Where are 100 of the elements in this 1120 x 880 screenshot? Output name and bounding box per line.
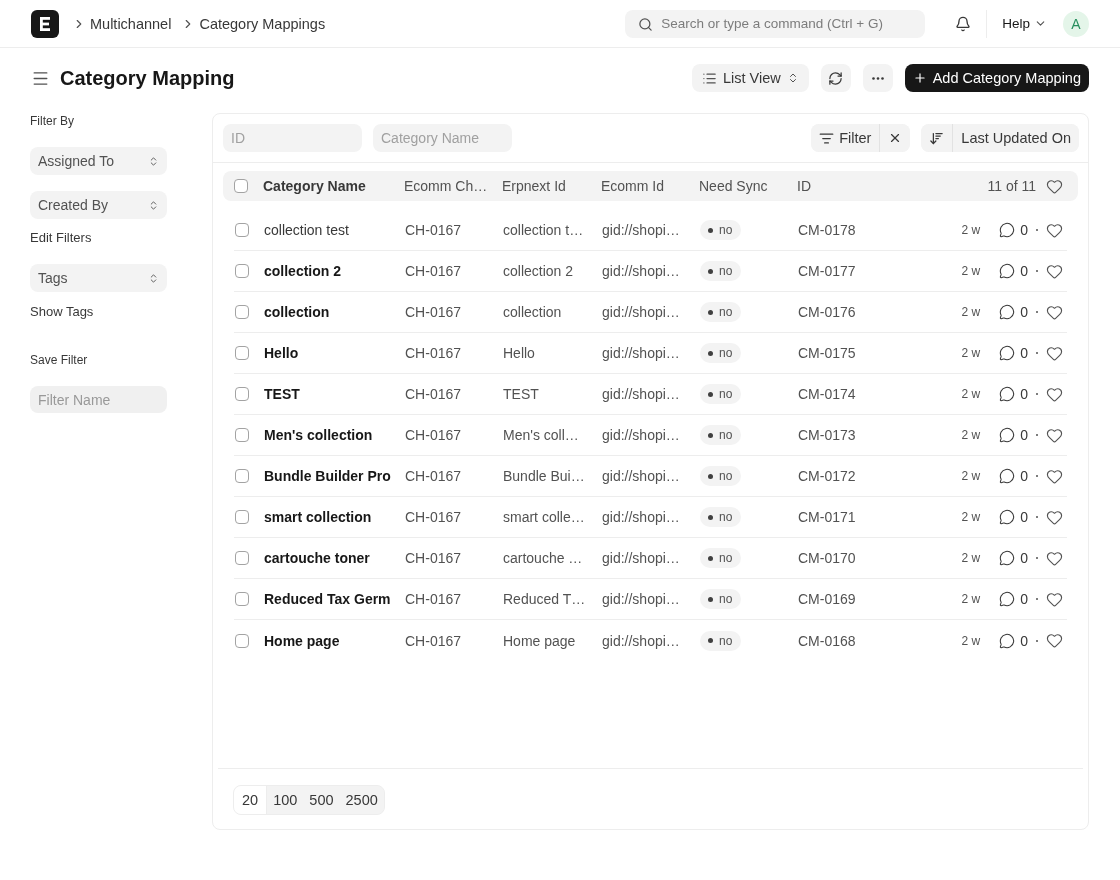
status-label: no [719,264,733,278]
row-checkbox[interactable] [235,469,249,483]
record-title-link[interactable]: collection 2 [264,263,342,279]
status-label: no [719,387,733,401]
status-label: no [719,346,733,360]
record-title-link[interactable]: TEST [264,386,300,402]
row-checkbox[interactable] [235,223,249,237]
heart-icon [1046,303,1063,321]
table-cell: CH-0167 [405,427,462,443]
table-cell: collection 2 [503,263,574,279]
row-checkbox[interactable] [235,428,249,442]
table-cell: CH-0167 [405,263,462,279]
status-label: no [719,551,733,565]
status-label: no [719,633,733,648]
row-checkbox[interactable] [235,305,249,319]
row-checkbox[interactable] [235,264,249,278]
record-count: 11 of 11 [987,178,1036,194]
record-title-link[interactable]: Men's collection [264,427,373,443]
like-button[interactable] [1046,303,1063,321]
like-button[interactable] [1046,632,1063,649]
record-title-link[interactable]: smart collection [264,509,372,525]
liked-filter-button[interactable] [1046,177,1063,195]
comment-icon [999,509,1016,525]
filter-field[interactable]: ID [223,124,362,152]
status-dot-icon [708,391,713,397]
search-field[interactable]: Search or type a command (Ctrl + G) [625,9,926,38]
table-cell: CM-0171 [798,509,856,525]
show-tags-link[interactable]: Show Tags [30,304,94,320]
app-logo-icon[interactable] [31,9,59,38]
record-title-link[interactable]: cartouche toner [264,550,370,566]
row-checkbox[interactable] [235,551,249,565]
table-cell: gid://shopi… [602,222,680,238]
select-all-checkbox[interactable] [234,179,248,193]
row-checkbox[interactable] [235,346,249,360]
status-dot-icon [708,596,713,602]
like-button[interactable] [1046,508,1063,526]
add-record-button[interactable]: Add Category Mapping [904,64,1089,92]
row-checkbox[interactable] [235,510,249,524]
table-cell: gid://shopi… [602,509,680,525]
comment-icon [999,632,1016,649]
help-menu-button[interactable]: Help [1002,16,1047,31]
notifications-button[interactable] [955,15,972,32]
table-cell: Home page [503,632,576,649]
comment-icon [999,550,1016,566]
search-icon [638,16,654,32]
comment-icon [999,591,1016,607]
record-title-link[interactable]: Bundle Builder Pro [264,468,391,484]
comment-count: 0 [1020,468,1028,484]
filter-name-field[interactable]: Filter Name [30,386,167,413]
like-button[interactable] [1046,221,1063,239]
user-avatar[interactable]: A [1063,10,1089,37]
breadcrumb-link[interactable]: Multichannel [90,15,172,32]
filter-icon [819,130,835,146]
status-dot-icon [708,227,713,233]
tags-select[interactable]: Tags [30,264,167,292]
comment-count: 0 [1020,550,1028,566]
record-title-link[interactable]: Home page [264,632,340,649]
page-size-button[interactable]: 20 [234,786,268,814]
row-checkbox[interactable] [235,633,249,648]
status-dot-icon [708,309,713,315]
comment-icon [999,222,1016,238]
row-checkbox[interactable] [235,592,249,606]
edit-filters-link[interactable]: Edit Filters [30,230,92,246]
record-title-link[interactable]: Reduced Tax Germ [264,591,391,607]
heart-icon [1046,549,1063,567]
column-header: ID [797,178,811,194]
row-checkbox[interactable] [235,387,249,401]
like-button[interactable] [1046,467,1063,485]
modified-time: 2 w [961,469,981,483]
table-cell: CH-0167 [405,509,462,525]
modified-time: 2 w [961,551,981,565]
modified-time: 2 w [961,305,981,319]
like-button[interactable] [1046,426,1063,444]
like-button[interactable] [1046,549,1063,567]
like-button[interactable] [1046,344,1063,362]
column-header: Ecomm Id [601,178,664,194]
record-title-link[interactable]: collection test [264,222,349,238]
view-switcher-button[interactable]: List View [691,64,809,92]
status-label: no [719,592,733,606]
filter-field[interactable]: Category Name [373,124,512,152]
table-cell: CH-0167 [405,304,462,320]
record-title-link[interactable]: collection [264,304,330,320]
table-cell: CH-0167 [405,632,462,649]
like-button[interactable] [1046,590,1063,608]
status-dot-icon [708,555,713,561]
group-by-select[interactable]: Created By [30,191,167,219]
status-dot-icon [708,473,713,479]
group-by-select[interactable]: Assigned To [30,147,167,175]
table-cell: gid://shopi… [602,345,680,361]
heart-icon [1046,632,1063,649]
like-button[interactable] [1046,385,1063,403]
record-title-link[interactable]: Hello [264,345,299,361]
column-header: Ecomm Ch… [404,178,488,194]
section-label: Save Filter [30,352,88,368]
refresh-button[interactable] [820,64,851,92]
table-cell: CH-0167 [405,222,462,238]
like-button[interactable] [1046,262,1063,280]
status-dot-icon [708,432,713,438]
breadcrumb-link[interactable]: Category Mappings [199,15,326,32]
table-cell: CH-0167 [405,550,462,566]
